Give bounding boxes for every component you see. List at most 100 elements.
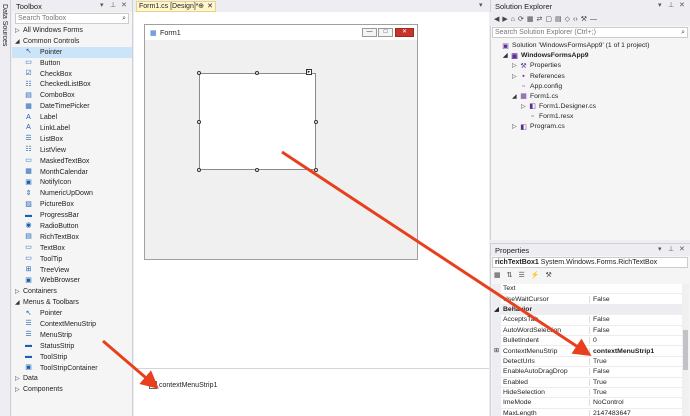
- tab-pin-icon[interactable]: ⊕: [198, 2, 204, 11]
- search-icon[interactable]: ⌕: [122, 14, 126, 23]
- row-expander[interactable]: ⊞: [492, 346, 501, 356]
- form-close-button[interactable]: ✕: [395, 28, 414, 37]
- row-expander[interactable]: [492, 408, 501, 416]
- row-expander[interactable]: [492, 294, 501, 304]
- property-row[interactable]: DetectUrls True: [492, 356, 682, 368]
- solution-tree-item[interactable]: ▷ ◧ Form1.Designer.cs: [521, 102, 596, 112]
- solution-tree-item[interactable]: ▷ ◧ Program.cs: [512, 122, 565, 132]
- property-row[interactable]: Enabled True: [492, 377, 682, 388]
- resize-handle[interactable]: [255, 71, 259, 75]
- property-value[interactable]: False: [589, 368, 682, 376]
- toolbox-item[interactable]: ☰ MenuStrip: [12, 330, 132, 341]
- toolbox-category[interactable]: ▷ Data: [12, 374, 132, 385]
- property-value[interactable]: False: [589, 326, 682, 334]
- property-value[interactable]: contextMenuStrip1: [589, 347, 682, 355]
- dropdown-icon[interactable]: ▾: [658, 1, 662, 9]
- toolbox-item[interactable]: ↖ Pointer: [12, 308, 132, 319]
- solution-tree-item[interactable]: ▫ App.config: [512, 81, 562, 91]
- form-minimize-button[interactable]: —: [362, 28, 377, 37]
- resize-handle[interactable]: [255, 168, 259, 172]
- toolbox-item[interactable]: ☑ CheckBox: [12, 69, 132, 80]
- expand-chevron-icon[interactable]: ▷: [521, 103, 528, 110]
- property-value[interactable]: True: [589, 357, 682, 365]
- property-value[interactable]: NoControl: [589, 399, 682, 407]
- context-menu-strip-component[interactable]: ☰ contextMenuStrip1: [149, 381, 217, 389]
- toolbar-icon[interactable]: ▤: [555, 15, 562, 23]
- property-value[interactable]: 0: [589, 337, 682, 345]
- resize-handle[interactable]: [197, 71, 201, 75]
- toolbox-category[interactable]: ▷ Containers: [12, 286, 132, 297]
- toolbox-category[interactable]: ▷ Components: [12, 384, 132, 395]
- expand-chevron-icon[interactable]: ▷: [512, 73, 519, 80]
- smart-tag-icon[interactable]: ▸: [306, 69, 312, 75]
- solution-tree-item[interactable]: ▫ Form1.resx: [521, 112, 573, 122]
- row-expander[interactable]: [492, 398, 501, 408]
- toolbox-item[interactable]: ▦ MonthCalendar: [12, 167, 132, 178]
- dropdown-icon[interactable]: ▾: [658, 245, 662, 253]
- toolbar-icon[interactable]: ▦: [527, 15, 534, 23]
- tab-overflow-icon[interactable]: ▾: [479, 1, 483, 9]
- toolbar-icon[interactable]: ▶: [502, 15, 507, 23]
- solution-tree-item[interactable]: ◢ ▣ WindowsFormsApp9: [503, 51, 589, 61]
- toolbar-icon[interactable]: ⚒: [544, 271, 554, 279]
- row-expander[interactable]: [492, 284, 501, 294]
- resize-handle[interactable]: [314, 120, 318, 124]
- row-expander[interactable]: [492, 367, 501, 377]
- toolbox-item[interactable]: ▬ StatusStrip: [12, 341, 132, 352]
- property-row[interactable]: HideSelection True: [492, 387, 682, 399]
- property-value[interactable]: True: [589, 378, 682, 386]
- toolbox-item[interactable]: ▬ ProgressBar: [12, 210, 132, 221]
- resize-handle[interactable]: [197, 120, 201, 124]
- expand-chevron-icon[interactable]: ◢: [15, 38, 23, 45]
- search-icon[interactable]: ⌕: [681, 28, 685, 37]
- toolbox-item[interactable]: ▦ DateTimePicker: [12, 101, 132, 112]
- solution-tree-item[interactable]: ▷ ⚒ Properties: [512, 61, 561, 71]
- dropdown-icon[interactable]: ▾: [100, 1, 104, 9]
- toolbox-item[interactable]: ⊞ TreeView: [12, 265, 132, 276]
- tab-form1-design[interactable]: Form1.cs [Design]* ⊕ ✕: [136, 1, 216, 12]
- data-sources-strip[interactable]: Data Sources: [0, 0, 11, 416]
- property-row[interactable]: ImeMode NoControl: [492, 398, 682, 409]
- toolbar-icon[interactable]: ⟳: [518, 15, 524, 23]
- toolbox-item[interactable]: ▬ ToolStrip: [12, 352, 132, 363]
- close-icon[interactable]: ✕: [679, 245, 685, 253]
- expand-chevron-icon[interactable]: ▷: [15, 375, 23, 382]
- toolbar-icon[interactable]: ⇄: [537, 15, 543, 23]
- expand-chevron-icon[interactable]: ◢: [15, 299, 23, 306]
- row-expander[interactable]: [492, 325, 501, 335]
- close-icon[interactable]: ✕: [679, 1, 685, 9]
- solution-explorer-search-input[interactable]: Search Solution Explorer (Ctrl+;) ⌕: [492, 27, 688, 38]
- property-category[interactable]: ◢ Behavior: [492, 304, 682, 316]
- resize-handle[interactable]: [197, 168, 201, 172]
- toolbox-item[interactable]: ▭ MaskedTextBox: [12, 156, 132, 167]
- solution-tree-item[interactable]: ◢ ▦ Form1.cs: [512, 92, 558, 102]
- toolbox-item[interactable]: ▭ TextBox: [12, 243, 132, 254]
- toolbox-item[interactable]: ☰ ContextMenuStrip: [12, 319, 132, 330]
- toolbox-item[interactable]: ☰ ListBox: [12, 134, 132, 145]
- pin-icon[interactable]: ⊥: [668, 1, 674, 9]
- toolbox-category[interactable]: ◢ Menus & Toolbars: [12, 297, 132, 308]
- toolbar-icon[interactable]: ◀: [494, 15, 499, 23]
- expand-chevron-icon[interactable]: ▷: [512, 62, 519, 69]
- toolbox-item[interactable]: ⇕ NumericUpDown: [12, 188, 132, 199]
- toolbar-icon[interactable]: ▢: [545, 15, 552, 23]
- toolbar-icon[interactable]: ☰: [517, 271, 527, 279]
- toolbox-category[interactable]: ▷ All Windows Forms: [12, 25, 132, 36]
- toolbox-item[interactable]: ☷ ListView: [12, 145, 132, 156]
- property-row[interactable]: BulletIndent 0: [492, 335, 682, 347]
- close-icon[interactable]: ✕: [121, 1, 127, 9]
- expand-chevron-icon[interactable]: ▷: [512, 123, 519, 130]
- toolbox-item[interactable]: ▣ NotifyIcon: [12, 177, 132, 188]
- toolbar-icon[interactable]: ◇: [565, 15, 570, 23]
- solution-tree-item[interactable]: ▷ ▪ References: [512, 71, 565, 81]
- expand-chevron-icon[interactable]: ▷: [15, 386, 23, 393]
- expand-chevron-icon[interactable]: ▷: [15, 288, 23, 295]
- row-expander[interactable]: [492, 356, 501, 367]
- properties-object-selector[interactable]: richTextBox1 System.Windows.Forms.RichTe…: [492, 257, 688, 268]
- richtextbox1-control[interactable]: [199, 73, 316, 170]
- resize-handle[interactable]: [314, 168, 318, 172]
- row-expander[interactable]: [492, 387, 501, 398]
- toolbox-item[interactable]: ▭ Button: [12, 58, 132, 69]
- property-value[interactable]: False: [589, 316, 682, 324]
- data-sources-label[interactable]: Data Sources: [1, 4, 8, 46]
